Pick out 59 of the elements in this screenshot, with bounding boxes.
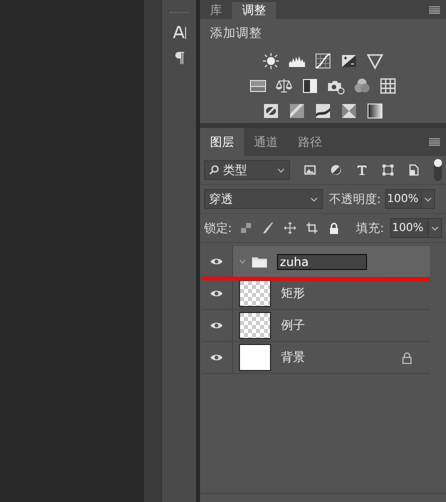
hourglass-square-icon[interactable]: [340, 102, 358, 120]
layer-name: 矩形: [280, 285, 306, 302]
menu-icon[interactable]: [429, 138, 440, 146]
fill-dropdown-button[interactable]: [428, 218, 442, 238]
transform-icon[interactable]: [382, 164, 394, 176]
caret-icon: [310, 196, 318, 202]
stripe-square-icon[interactable]: [288, 102, 306, 120]
caret-icon: [431, 226, 439, 230]
half-circle-icon[interactable]: [330, 164, 342, 176]
brush-icon[interactable]: [262, 222, 274, 234]
smart-object-icon[interactable]: [408, 164, 420, 176]
panel-tab[interactable]: 图层: [200, 128, 244, 156]
lock-icon[interactable]: [328, 222, 340, 234]
opacity-dropdown-button[interactable]: [420, 189, 435, 209]
layer-row[interactable]: 矩形: [202, 278, 430, 310]
blend-mode-dropdown[interactable]: 穿透: [204, 189, 323, 209]
curves-icon[interactable]: [314, 52, 332, 70]
panel-heading: 添加调整: [210, 25, 263, 42]
type-icon[interactable]: [356, 164, 368, 176]
eye-icon[interactable]: [210, 257, 224, 266]
layer-row[interactable]: 例子: [202, 310, 430, 342]
balance-scale-icon[interactable]: [274, 76, 293, 94]
layer-row[interactable]: 背景: [202, 342, 430, 374]
move-icon[interactable]: [284, 222, 296, 234]
folder-icon: [252, 256, 267, 268]
layer-row[interactable]: zuha: [202, 246, 430, 278]
layer-name: 背景: [280, 349, 306, 366]
eye-icon[interactable]: [210, 321, 224, 330]
slash-square-icon[interactable]: [262, 102, 280, 120]
circles-icon[interactable]: [352, 76, 371, 94]
fill-field[interactable]: 100%: [390, 218, 428, 238]
sun-icon[interactable]: [262, 52, 280, 70]
eye-icon[interactable]: [210, 289, 224, 298]
panel-tab[interactable]: 库: [200, 2, 232, 19]
opacity-field[interactable]: 100%: [384, 189, 423, 209]
half-square-icon[interactable]: [300, 76, 319, 94]
grid-icon[interactable]: [378, 76, 397, 94]
wave-square-icon[interactable]: [314, 102, 332, 120]
chevron-icon[interactable]: [238, 258, 246, 265]
caret-icon: [276, 168, 285, 172]
filter-toggle[interactable]: [434, 159, 442, 181]
search-icon: [208, 165, 219, 175]
opacity-label: 不透明度:: [328, 190, 381, 208]
panel-tab[interactable]: 通道: [244, 128, 288, 156]
crop-icon[interactable]: [306, 222, 318, 234]
filter-dropdown[interactable]: 类型: [204, 160, 290, 180]
menu-icon[interactable]: [429, 6, 440, 14]
panel-tab[interactable]: 调整: [232, 2, 276, 19]
image-icon[interactable]: [304, 164, 316, 176]
caret-icon: [424, 196, 432, 202]
triangle-icon[interactable]: [366, 52, 384, 70]
fill-label: 填充:: [356, 220, 384, 236]
character-icon[interactable]: [172, 25, 186, 40]
layer-name-field[interactable]: zuha: [276, 254, 367, 270]
panel-tab[interactable]: 路径: [288, 128, 332, 156]
lock-label: 锁定:: [204, 220, 232, 236]
eye-icon[interactable]: [210, 353, 224, 362]
gradient-square-icon[interactable]: [366, 102, 384, 120]
layer-name: 例子: [280, 317, 306, 334]
